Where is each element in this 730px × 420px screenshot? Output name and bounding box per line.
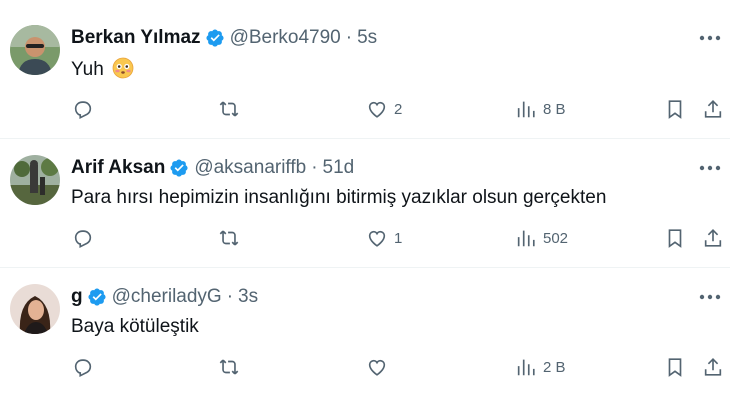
bookmark-icon bbox=[668, 358, 682, 377]
views-button[interactable]: 2 B bbox=[515, 356, 566, 378]
author-name[interactable]: g bbox=[71, 286, 83, 308]
more-icon[interactable] bbox=[698, 287, 722, 307]
verified-badge-icon bbox=[169, 158, 189, 178]
reply-button[interactable] bbox=[72, 356, 94, 378]
retweet-button[interactable] bbox=[218, 98, 240, 120]
avatar[interactable] bbox=[10, 155, 60, 205]
views-count: 8 B bbox=[543, 100, 566, 118]
like-button[interactable]: 1 bbox=[366, 227, 402, 249]
like-count: 1 bbox=[394, 229, 403, 247]
share-button[interactable] bbox=[702, 98, 724, 120]
more-icon[interactable] bbox=[698, 158, 722, 178]
author-handle[interactable]: @aksanariffb bbox=[194, 157, 306, 179]
retweet-icon bbox=[219, 230, 239, 246]
bookmark-button[interactable] bbox=[664, 356, 686, 378]
views-count: 502 bbox=[543, 229, 569, 247]
views-icon bbox=[517, 101, 535, 118]
retweet-button[interactable] bbox=[218, 227, 240, 249]
timestamp[interactable]: 5s bbox=[357, 27, 377, 49]
avatar[interactable] bbox=[10, 25, 60, 75]
views-button[interactable]: 8 B bbox=[515, 98, 566, 120]
retweet-button[interactable] bbox=[218, 356, 240, 378]
share-icon bbox=[704, 100, 722, 118]
share-icon bbox=[704, 358, 722, 376]
like-count: 2 bbox=[394, 100, 403, 118]
tweet-text-content: Yuh bbox=[71, 59, 104, 80]
like-button[interactable] bbox=[366, 356, 394, 378]
separator-dot: · bbox=[311, 157, 318, 178]
like-icon bbox=[368, 230, 386, 247]
retweet-icon bbox=[219, 101, 239, 117]
views-icon bbox=[517, 359, 535, 376]
like-icon bbox=[368, 101, 386, 118]
views-icon bbox=[517, 230, 535, 247]
bookmark-icon bbox=[668, 229, 682, 248]
views-count: 2 B bbox=[543, 358, 566, 376]
bookmark-button[interactable] bbox=[664, 98, 686, 120]
reply-button[interactable] bbox=[72, 227, 94, 249]
timestamp[interactable]: 3s bbox=[238, 286, 258, 308]
bookmark-button[interactable] bbox=[664, 227, 686, 249]
avatar[interactable] bbox=[10, 284, 60, 334]
timestamp[interactable]: 51d bbox=[323, 157, 355, 179]
tweet-text: Para hırsı hepimizin insanlığını bitirmi… bbox=[71, 187, 607, 208]
reply-icon bbox=[74, 359, 92, 378]
tweet-2[interactable]: Arif Aksan @aksanariffb · 51d Para hırsı… bbox=[0, 139, 730, 267]
separator-dot: · bbox=[226, 286, 234, 307]
reply-icon bbox=[74, 101, 92, 120]
like-icon bbox=[368, 359, 386, 376]
share-icon bbox=[704, 229, 722, 247]
tweet-text: Baya kötüleştik bbox=[71, 316, 199, 337]
retweet-icon bbox=[219, 359, 239, 375]
author-handle[interactable]: @Berko4790 bbox=[230, 27, 341, 49]
tweet-text: Yuh bbox=[71, 57, 134, 82]
separator-dot: · bbox=[345, 27, 353, 48]
author-name[interactable]: Arif Aksan bbox=[71, 157, 165, 179]
reply-icon bbox=[74, 230, 92, 249]
reply-button[interactable] bbox=[72, 98, 94, 120]
author-handle[interactable]: @cheriladyG bbox=[112, 286, 222, 308]
verified-badge-icon bbox=[205, 28, 225, 48]
tweet-1[interactable]: Berkan Yılmaz @Berko4790 · 5s Yuh 2 8 B bbox=[0, 0, 730, 138]
views-button[interactable]: 502 bbox=[515, 227, 568, 249]
like-button[interactable]: 2 bbox=[366, 98, 402, 120]
more-icon[interactable] bbox=[698, 28, 722, 48]
bookmark-icon bbox=[668, 100, 682, 119]
flushed-face-emoji bbox=[112, 57, 134, 79]
share-button[interactable] bbox=[702, 356, 724, 378]
author-name[interactable]: Berkan Yılmaz bbox=[71, 27, 201, 49]
tweet-3[interactable]: g @cheriladyG · 3s Baya kötüleştik 2 B bbox=[0, 268, 730, 420]
verified-badge-icon bbox=[87, 287, 107, 307]
share-button[interactable] bbox=[702, 227, 724, 249]
